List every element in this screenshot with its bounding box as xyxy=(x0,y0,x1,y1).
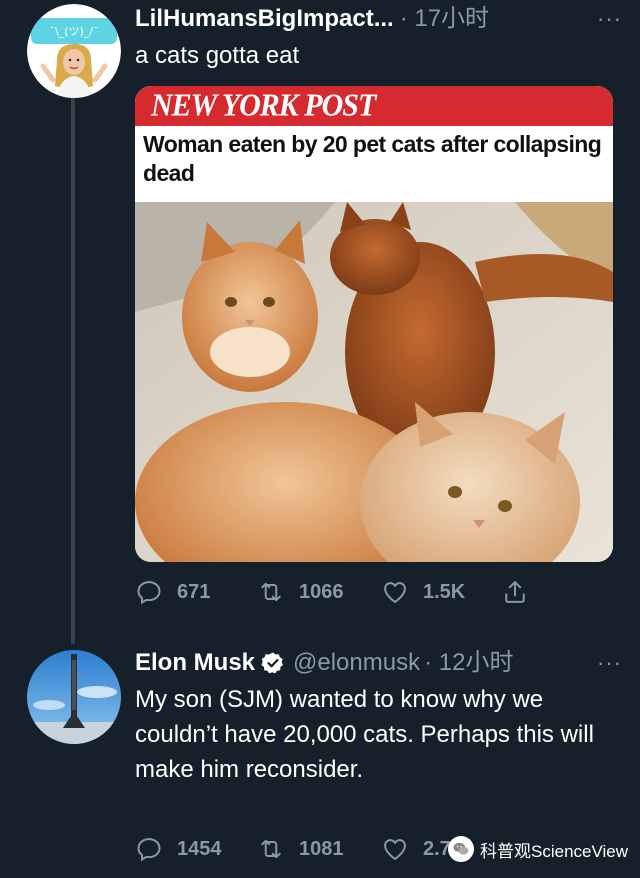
watermark-text: 科普观ScienceView xyxy=(480,841,629,861)
heart-icon xyxy=(384,582,406,603)
bitmoji-avatar-icon: ¯\_(ツ)_/¯ xyxy=(27,4,121,98)
retweet-icon xyxy=(261,839,281,859)
tweet-text: a cats gotta eat xyxy=(135,42,300,69)
reply-icon xyxy=(137,838,161,862)
reply-button[interactable]: 1454 xyxy=(135,835,257,863)
reply-button[interactable]: 671 xyxy=(135,578,257,606)
retweet-count: 1066 xyxy=(299,580,344,603)
cats-photo xyxy=(135,202,613,562)
retweet-count: 1081 xyxy=(299,837,344,860)
author-display-name[interactable]: LilHumansBigImpact... xyxy=(135,4,394,34)
thread-connector-line xyxy=(71,96,75,644)
retweet-button[interactable]: 1066 xyxy=(257,578,381,606)
like-button[interactable]: 1.5K xyxy=(381,578,501,606)
share-icon xyxy=(505,581,525,603)
author-display-name[interactable]: Elon Musk xyxy=(135,648,255,678)
tweet-timestamp[interactable]: · 12小时 xyxy=(424,648,513,678)
retweet-button[interactable]: 1081 xyxy=(257,835,381,863)
svg-text:¯\_(ツ)_/¯: ¯\_(ツ)_/¯ xyxy=(50,25,99,38)
tweet-actions: 671 1066 1.5K xyxy=(135,578,529,606)
rocket-launch-avatar-icon xyxy=(27,650,121,744)
tweet-timestamp[interactable]: · 17小时 xyxy=(400,4,489,34)
wechat-watermark: 科普观ScienceView xyxy=(448,836,628,862)
like-count: 2.7 xyxy=(423,837,451,860)
tweet-actions: 1454 1081 2.7 xyxy=(135,835,501,863)
newspaper-logo: NEW YORK POST xyxy=(151,88,376,123)
tweet-text: My son (SJM) wanted to know why we could… xyxy=(135,686,594,783)
reply-icon xyxy=(137,581,161,605)
user-avatar-lilhumans[interactable]: ¯\_(ツ)_/¯ xyxy=(27,4,121,98)
retweet-icon xyxy=(261,582,281,602)
tweet-header: LilHumansBigImpact... · 17小时 ··· xyxy=(135,4,622,34)
more-options-button[interactable]: ··· xyxy=(597,648,622,678)
tweet-header: Elon Musk @elonmusk · 12小时 ··· xyxy=(135,648,622,678)
user-avatar-elonmusk[interactable] xyxy=(27,650,121,744)
tweet-media-image[interactable]: NEW YORK POST Woman eaten by 20 pet cats… xyxy=(135,86,613,562)
verified-badge-icon xyxy=(261,652,284,674)
newspaper-banner: NEW YORK POST xyxy=(135,86,613,126)
wechat-icon xyxy=(448,836,474,862)
article-headline: Woman eaten by 20 pet cats after collaps… xyxy=(143,131,602,186)
author-handle[interactable]: @elonmusk xyxy=(293,648,420,678)
reply-count: 1454 xyxy=(177,837,222,860)
share-button[interactable] xyxy=(501,578,529,606)
heart-icon xyxy=(384,839,406,860)
like-count: 1.5K xyxy=(423,580,466,603)
more-options-button[interactable]: ··· xyxy=(597,4,622,34)
reply-count: 671 xyxy=(177,580,211,603)
